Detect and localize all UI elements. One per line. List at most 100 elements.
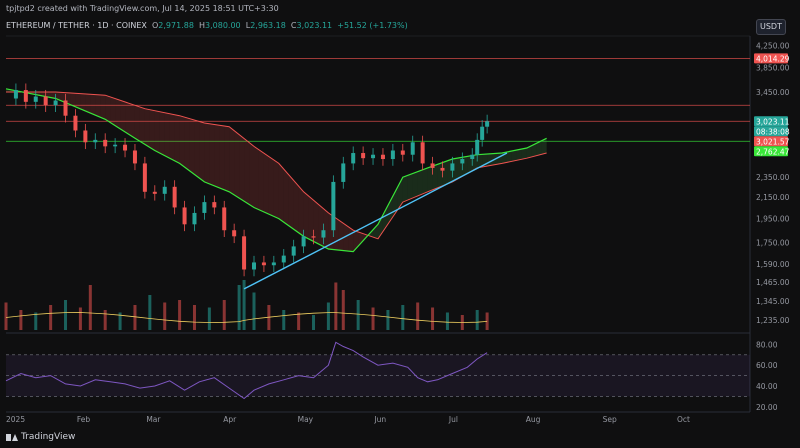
volume-bar — [19, 310, 23, 330]
candle-body — [440, 167, 445, 171]
volume-bar — [49, 305, 53, 330]
candle-body — [33, 96, 38, 102]
kumo-cloud-segment — [229, 126, 235, 195]
kumo-cloud-segment — [80, 93, 86, 111]
candle-body — [93, 139, 98, 143]
candle-body — [311, 236, 316, 238]
kumo-cloud-segment — [387, 194, 393, 224]
rsi-tick-label: 60.00 — [756, 361, 778, 370]
volume-bar — [133, 305, 137, 330]
kumo-cloud-segment — [159, 111, 165, 156]
kumo-cloud-segment — [194, 120, 200, 179]
candle-body — [470, 154, 475, 160]
candle-body — [351, 153, 356, 164]
kumo-cloud-segment — [219, 125, 225, 190]
kumo-cloud-segment — [174, 114, 180, 164]
kumo-cloud-segment — [95, 94, 101, 118]
volume-bar — [207, 307, 211, 330]
volume-bar — [4, 302, 8, 330]
rsi-tick-label: 40.00 — [756, 382, 778, 391]
candle-body — [460, 159, 465, 164]
volume-ma-line — [5, 312, 488, 323]
kumo-cloud-segment — [100, 94, 106, 120]
kumo-cloud-segment — [308, 195, 314, 242]
kumo-cloud-segment — [105, 95, 111, 123]
kumo-cloud-segment — [293, 180, 299, 233]
candle-body — [242, 236, 247, 270]
kumo-cloud-segment — [169, 113, 175, 161]
candle-body — [212, 202, 217, 208]
kumo-cloud-segment — [427, 166, 433, 192]
price-tick-label: 1,950.00 — [756, 215, 790, 224]
candle-body — [331, 181, 336, 231]
candle-body — [13, 90, 18, 99]
kumo-cloud-segment — [506, 151, 512, 163]
price-tick-label: 3,450.00 — [756, 88, 790, 97]
kumo-cloud-segment — [204, 122, 210, 184]
price-label-text: 4,014.29 — [756, 54, 790, 63]
kumo-cloud-segment — [432, 164, 438, 190]
candle-body — [202, 202, 207, 213]
tradingview-brand[interactable]: TradingView — [6, 432, 75, 442]
kumo-cloud-segment — [214, 124, 220, 188]
volume-bar — [64, 300, 68, 330]
candle-body — [410, 142, 415, 155]
candle-body — [430, 163, 435, 168]
time-tick-label: May — [298, 415, 314, 424]
volume-bar — [88, 285, 92, 330]
volume-bar — [356, 300, 360, 330]
candle-body — [172, 186, 177, 208]
volume-bar — [103, 310, 107, 330]
time-tick-label: Mar — [146, 415, 161, 424]
candle-body — [83, 130, 88, 143]
kumo-cloud-segment — [417, 169, 423, 196]
volume-bar — [222, 300, 226, 330]
candle-body — [73, 115, 78, 131]
volume-bar — [282, 310, 286, 330]
volume-bar — [416, 302, 420, 330]
volume-bar — [78, 307, 82, 330]
candle-body — [480, 126, 485, 140]
volume-bar — [242, 280, 246, 330]
brand-label: TradingView — [21, 432, 76, 442]
volume-bar — [312, 315, 316, 330]
kumo-cloud-segment — [402, 175, 408, 203]
volume-bar — [401, 305, 405, 330]
candle-body — [182, 207, 187, 225]
kumo-cloud-segment — [90, 94, 96, 115]
price-tick-label: 2,150.00 — [756, 193, 790, 202]
price-tick-label: 4,250.00 — [756, 42, 790, 51]
candle-body — [132, 150, 137, 164]
price-label-text: 08:38:08 — [756, 127, 790, 136]
candle-body — [103, 139, 108, 147]
price-label-text: 2,762.47 — [756, 147, 790, 156]
kumo-cloud-segment — [407, 173, 413, 201]
kumo-cloud-segment — [283, 168, 289, 226]
candle-body — [361, 153, 366, 159]
kumo-cloud-segment — [447, 159, 453, 184]
volume-bar — [445, 312, 449, 330]
volume-bar — [475, 310, 479, 330]
kumo-cloud-segment — [323, 208, 329, 249]
price-tick-label: 1,465.00 — [756, 278, 790, 287]
kumo-cloud-segment — [239, 134, 245, 202]
price-tick-label: 1,345.00 — [756, 297, 790, 306]
kumo-cloud-segment — [303, 191, 309, 239]
candle-body — [152, 191, 157, 194]
price-tick-label: 1,235.00 — [756, 316, 790, 325]
kumo-cloud-segment — [258, 149, 264, 212]
candle-body — [63, 100, 68, 116]
price-chart[interactable]: 4,250.00 3,850.00 3,450.00 2,350.00 2,150.00… — [0, 0, 800, 448]
kumo-cloud-segment — [298, 185, 304, 237]
kumo-cloud-segment — [254, 146, 259, 210]
time-tick-label: Oct — [677, 415, 690, 424]
kumo-cloud-segment — [422, 167, 428, 194]
kumo-cloud-segment — [278, 163, 284, 222]
kumo-cloud-segment — [338, 219, 344, 251]
time-tick-label: 2025 — [6, 415, 25, 424]
volume-bar — [34, 312, 38, 330]
volume-bar — [192, 305, 196, 330]
price-tick-label: 2,350.00 — [756, 173, 790, 182]
volume-bar — [297, 312, 301, 330]
volume-bar — [341, 290, 345, 330]
